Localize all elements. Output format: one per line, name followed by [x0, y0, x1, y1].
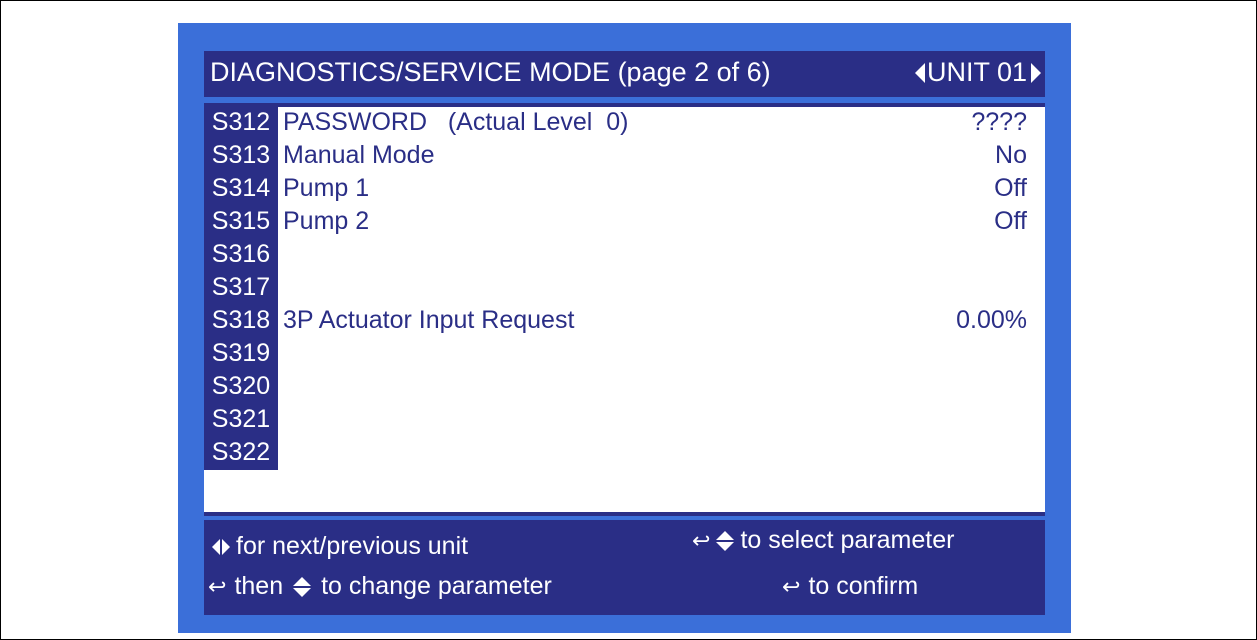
parameter-code: S312	[204, 107, 278, 140]
parameter-code: S319	[204, 338, 278, 371]
parameter-label: Manual Mode	[283, 141, 435, 169]
key-hints-footer: for next/previous unit ↩ to select param…	[204, 520, 1045, 615]
up-down-arrows-icon	[293, 576, 312, 597]
parameter-code: S322	[204, 437, 278, 470]
parameter-row[interactable]: S320	[204, 371, 1045, 404]
hint-then-text: then	[234, 572, 284, 600]
parameter-label: 3P Actuator Input Request	[283, 306, 575, 334]
hint-change-parameter: ↩ then to change parameter	[208, 572, 552, 601]
service-screen: DIAGNOSTICS/SERVICE MODE (page 2 of 6) U…	[178, 23, 1071, 633]
parameter-label: Pump 2	[283, 207, 370, 235]
parameter-code: S314	[204, 173, 278, 206]
parameter-row[interactable]: S315 Pump 2 Off	[204, 206, 1045, 239]
parameter-code: S318	[204, 305, 278, 338]
hint-select-parameter: ↩ to select parameter	[692, 526, 954, 555]
parameter-list: S312 PASSWORD (Actual Level 0) ???? S313…	[204, 103, 1045, 512]
parameter-row[interactable]: S316	[204, 239, 1045, 272]
next-unit-arrow-icon[interactable]	[1031, 62, 1041, 83]
unit-label: UNIT 01	[926, 57, 1027, 87]
parameter-row[interactable]: S313 Manual Mode No	[204, 140, 1045, 173]
unit-selector[interactable]: UNIT 01	[914, 57, 1041, 88]
parameter-code: S317	[204, 272, 278, 305]
header-bar: DIAGNOSTICS/SERVICE MODE (page 2 of 6) U…	[204, 51, 1045, 97]
parameter-value: 0.00%	[956, 306, 1027, 334]
parameter-code: S321	[204, 404, 278, 437]
page-title: DIAGNOSTICS/SERVICE MODE (page 2 of 6)	[210, 57, 771, 87]
previous-unit-arrow-icon[interactable]	[914, 62, 925, 83]
parameter-value: Off	[994, 207, 1027, 235]
parameter-value: ????	[971, 108, 1027, 136]
hint-text: to select parameter	[740, 526, 955, 554]
parameter-row[interactable]: S317	[204, 272, 1045, 305]
hint-next-previous-unit: for next/previous unit	[212, 532, 468, 561]
parameter-code: S313	[204, 140, 278, 173]
hint-text: for next/previous unit	[236, 532, 469, 560]
parameter-row[interactable]: S314 Pump 1 Off	[204, 173, 1045, 206]
up-down-arrows-icon	[716, 530, 735, 551]
parameter-row[interactable]: S312 PASSWORD (Actual Level 0) ????	[204, 107, 1045, 140]
parameter-value: Off	[994, 174, 1027, 202]
enter-icon: ↩	[208, 573, 227, 599]
parameter-code: S320	[204, 371, 278, 404]
hint-confirm: ↩ to confirm	[782, 572, 918, 601]
parameter-code: S315	[204, 206, 278, 239]
parameter-row[interactable]: S319	[204, 338, 1045, 371]
parameter-value: No	[995, 141, 1027, 169]
left-right-arrows-icon	[212, 538, 230, 555]
parameter-row[interactable]: S322	[204, 437, 1045, 470]
hint-text: to confirm	[808, 572, 919, 600]
enter-icon: ↩	[782, 573, 801, 599]
enter-icon: ↩	[692, 527, 711, 553]
parameter-label: PASSWORD (Actual Level 0)	[283, 108, 629, 136]
footer-divider	[204, 512, 1045, 516]
parameter-label: Pump 1	[283, 174, 370, 202]
parameter-code: S316	[204, 239, 278, 272]
parameter-row[interactable]: S318 3P Actuator Input Request 0.00%	[204, 305, 1045, 338]
hint-text: to change parameter	[321, 572, 552, 600]
parameter-row[interactable]: S321	[204, 404, 1045, 437]
